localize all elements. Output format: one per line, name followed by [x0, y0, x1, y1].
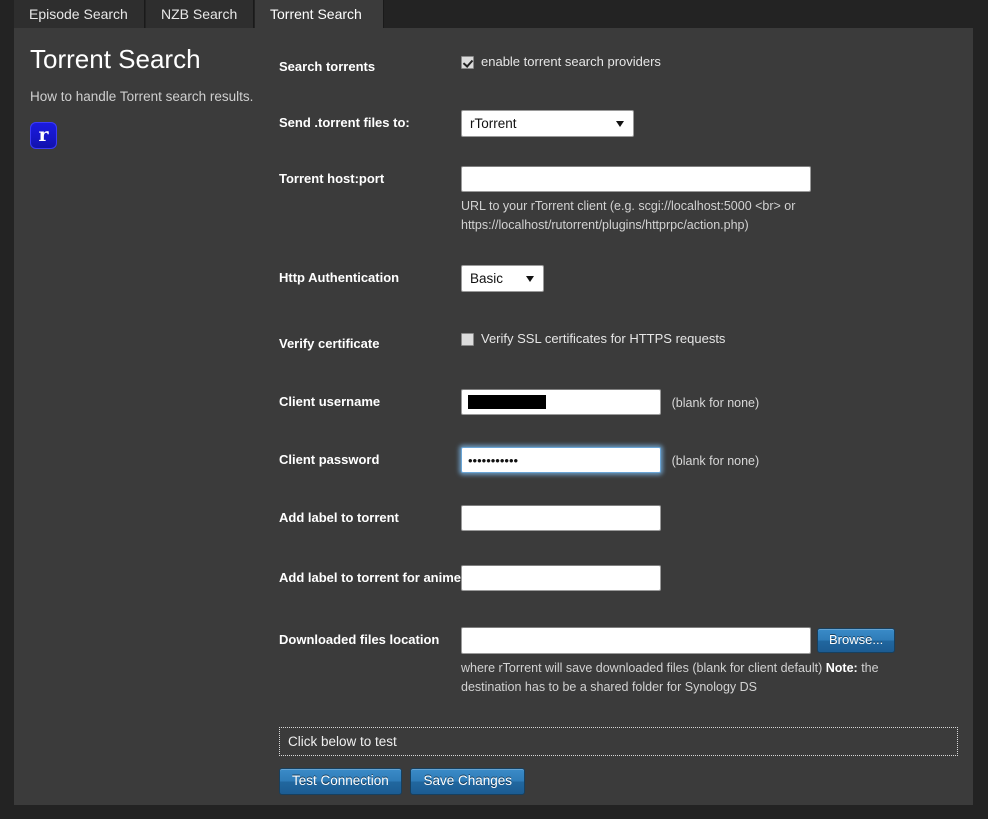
row-client-password: Client password (blank for none)	[279, 447, 959, 505]
row-add-label-to-torrent: Add label to torrent	[279, 505, 959, 565]
checkbox-verify-ssl[interactable]: Verify SSL certificates for HTTPS reques…	[461, 331, 726, 347]
select-send-torrent-files-to[interactable]: rTorrent	[461, 110, 634, 137]
tab-episode-search[interactable]: Episode Search	[14, 0, 145, 28]
row-client-username: Client username (blank for none)	[279, 389, 959, 447]
label-client-username: Client username	[279, 394, 381, 409]
select-wrapper-http-auth: Basic	[461, 265, 544, 292]
label-add-label-to-torrent: Add label to torrent	[279, 510, 399, 525]
checkbox-label-verify-ssl: Verify SSL certificates for HTTPS reques…	[481, 331, 726, 346]
rtorrent-icon: r	[30, 121, 57, 149]
label-add-label-to-torrent-anime: Add label to torrent for anime	[279, 570, 462, 585]
hint-text-note: Note:	[825, 661, 858, 675]
label-client-password: Client password	[279, 452, 380, 467]
hint-torrent-host-port: URL to your rTorrent client (e.g. scgi:/…	[461, 199, 796, 232]
hint-downloaded-files-location: where rTorrent will save downloaded file…	[461, 659, 891, 697]
form-actions: Test Connection Save Changes	[279, 768, 530, 795]
row-downloaded-files-location: Downloaded files location Browse... wher…	[279, 627, 959, 694]
input-client-password[interactable]	[461, 447, 661, 473]
row-add-label-to-torrent-anime: Add label to torrent for anime	[279, 565, 959, 627]
section-intro: Torrent Search How to handle Torrent sea…	[30, 44, 260, 149]
label-http-authentication: Http Authentication	[279, 270, 400, 285]
row-verify-certificate: Verify certificate Verify SSL certificat…	[279, 331, 959, 389]
checkbox-label-enable-torrent-search: enable torrent search providers	[481, 54, 661, 69]
checkbox-icon-enable-torrent-search[interactable]	[461, 56, 474, 69]
page-description: How to handle Torrent search results.	[30, 88, 254, 104]
input-add-label-to-torrent-anime[interactable]	[461, 565, 661, 591]
tab-torrent-search[interactable]: Torrent Search	[255, 0, 384, 28]
save-changes-button[interactable]: Save Changes	[410, 768, 525, 795]
suffix-client-password: (blank for none)	[671, 453, 760, 468]
label-send-torrent-files-to: Send .torrent files to:	[279, 115, 410, 130]
settings-panel: Torrent Search How to handle Torrent sea…	[14, 28, 973, 805]
label-downloaded-files-location: Downloaded files location	[279, 632, 440, 647]
label-search-torrents: Search torrents	[279, 59, 376, 74]
hint-text-before: where rTorrent will save downloaded file…	[461, 661, 826, 675]
page-title: Torrent Search	[30, 44, 201, 74]
row-http-authentication: Http Authentication Basic	[279, 265, 959, 331]
checkbox-enable-torrent-search[interactable]: enable torrent search providers	[461, 54, 661, 70]
select-http-authentication[interactable]: Basic	[461, 265, 544, 292]
redaction-bar-client-username	[468, 395, 546, 409]
tab-nzb-search[interactable]: NZB Search	[146, 0, 254, 28]
test-connection-button[interactable]: Test Connection	[279, 768, 402, 795]
row-torrent-host-port: Torrent host:port URL to your rTorrent c…	[279, 166, 959, 265]
label-torrent-host-port: Torrent host:port	[279, 171, 385, 186]
checkbox-icon-verify-ssl[interactable]	[461, 333, 474, 346]
row-search-torrents: Search torrents enable torrent search pr…	[279, 54, 959, 110]
select-wrapper-send-to: rTorrent	[461, 110, 634, 137]
tab-bar: Episode Search NZB Search Torrent Search	[0, 0, 988, 29]
input-torrent-host-port[interactable]	[461, 166, 811, 192]
torrent-settings-form: Search torrents enable torrent search pr…	[279, 54, 959, 694]
label-verify-certificate: Verify certificate	[279, 336, 380, 351]
suffix-client-username: (blank for none)	[671, 395, 760, 410]
row-send-torrent-files-to: Send .torrent files to: rTorrent	[279, 110, 959, 166]
browse-button[interactable]: Browse...	[817, 628, 896, 653]
rtorrent-icon-glyph: r	[38, 123, 49, 146]
input-add-label-to-torrent[interactable]	[461, 505, 661, 531]
input-downloaded-files-location[interactable]	[461, 627, 811, 654]
test-status-box: Click below to test	[279, 727, 958, 756]
